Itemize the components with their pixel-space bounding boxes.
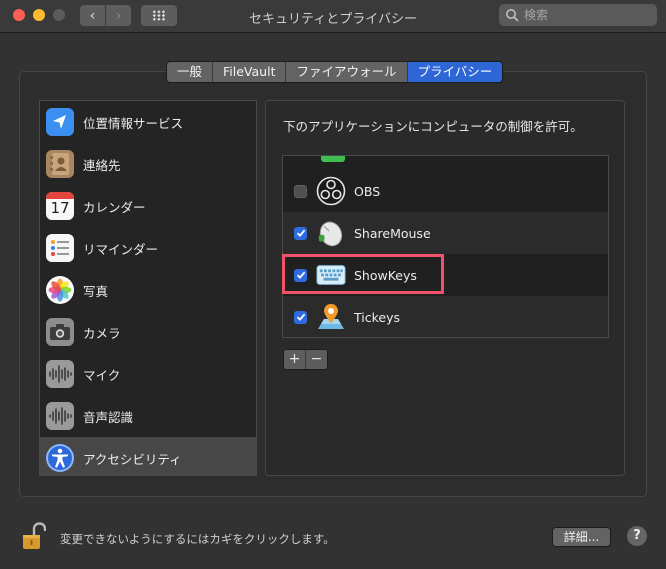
lock-message: 変更できないようにするにはカギをクリックします。 <box>60 532 335 546</box>
sidebar-item-speech-recognition[interactable]: 音声認識 <box>40 395 256 437</box>
grid-icon <box>152 10 166 21</box>
checkmark-icon <box>296 229 305 237</box>
sidebar-item-calendar[interactable]: 17 カレンダー <box>40 185 256 227</box>
unlocked-padlock-icon[interactable] <box>22 522 46 550</box>
sidebar-item-contacts[interactable]: 連絡先 <box>40 143 256 185</box>
sidebar-item-label: マイク <box>83 367 121 383</box>
app-name: OBS <box>354 183 381 199</box>
window-title: セキュリティとプライバシー <box>249 12 417 27</box>
sidebar-item-reminders[interactable]: リマインダー <box>40 227 256 269</box>
list-item[interactable]: ShowKeys <box>283 254 608 296</box>
search-field[interactable] <box>499 4 657 26</box>
sidebar-item-label: 音声認識 <box>83 409 134 425</box>
tab-firewall[interactable]: ファイアウォール <box>286 62 408 82</box>
sidebar-item-location-services[interactable]: 位置情報サービス <box>40 101 256 143</box>
sidebar-item-microphone[interactable]: マイク <box>40 353 256 395</box>
tab-general[interactable]: 一般 <box>167 62 214 82</box>
location-arrow-icon <box>46 108 74 136</box>
remove-app-button[interactable]: − <box>305 350 327 369</box>
sidebar-item-label: 写真 <box>83 283 109 299</box>
sidebar-item-label: カメラ <box>83 325 121 341</box>
chevron-right-icon: › <box>115 7 122 24</box>
forward-button[interactable]: › <box>106 5 131 26</box>
privacy-category-list: 位置情報サービス 連絡先 17 カレンダー リマインダー 写真 カメラ マイク … <box>39 100 257 476</box>
advanced-details-button[interactable]: 詳細... <box>552 527 611 547</box>
sharemouse-icon <box>316 218 346 248</box>
app-name: ShareMouse <box>354 225 431 241</box>
accessibility-icon <box>46 444 74 472</box>
sidebar-item-label: カレンダー <box>83 199 146 215</box>
add-remove-buttons: + − <box>283 349 328 370</box>
zoom-button[interactable] <box>53 9 65 21</box>
microphone-waveform-icon <box>46 360 74 388</box>
sidebar-item-photos[interactable]: 写真 <box>40 269 256 311</box>
chevron-left-icon: ‹ <box>89 7 96 24</box>
search-input[interactable] <box>524 8 644 22</box>
partial-app-icon <box>321 156 345 162</box>
minimize-button[interactable] <box>33 9 45 21</box>
tab-filevault[interactable]: FileVault <box>213 62 287 82</box>
sidebar-item-label: 連絡先 <box>83 157 121 173</box>
sidebar-item-accessibility[interactable]: アクセシビリティ <box>40 437 256 475</box>
obs-icon <box>316 176 346 206</box>
camera-icon <box>46 318 74 346</box>
tab-privacy[interactable]: プライバシー <box>407 62 503 82</box>
checkmark-icon <box>296 313 305 321</box>
list-item[interactable]: ShareMouse <box>283 212 608 254</box>
app-name: ShowKeys <box>354 267 417 283</box>
panel-description: 下のアプリケーションにコンピュータの制御を許可。 <box>283 119 583 134</box>
sidebar-item-label: 位置情報サービス <box>83 115 184 131</box>
checkmark-icon <box>296 271 305 279</box>
app-checkbox[interactable] <box>294 226 307 240</box>
help-button[interactable]: ? <box>627 526 647 546</box>
reminders-icon <box>46 234 74 262</box>
list-item[interactable]: Tickeys <box>283 296 608 337</box>
sidebar-item-label: アクセシビリティ <box>83 451 182 467</box>
sidebar-item-label: リマインダー <box>83 241 159 257</box>
back-button[interactable]: ‹ <box>80 5 105 26</box>
show-all-button[interactable] <box>141 5 177 26</box>
contacts-book-icon <box>46 150 74 178</box>
speech-waveform-icon <box>46 402 74 430</box>
app-name: Tickeys <box>354 309 400 325</box>
app-checkbox[interactable] <box>294 310 307 324</box>
search-icon <box>506 9 519 22</box>
app-checkbox[interactable] <box>294 268 307 282</box>
tickeys-map-icon <box>316 302 346 332</box>
app-list[interactable]: OBS ShareMouse ShowKeys Tickeys <box>282 155 609 338</box>
keyboard-icon <box>316 260 346 290</box>
close-button[interactable] <box>13 9 25 21</box>
sidebar-item-camera[interactable]: カメラ <box>40 311 256 353</box>
app-checkbox[interactable] <box>294 184 307 198</box>
calendar-day-number: 17 <box>50 199 70 217</box>
calendar-icon: 17 <box>46 192 74 220</box>
title-bar: ‹ › セキュリティとプライバシー <box>0 0 666 33</box>
photos-flower-icon <box>46 276 74 304</box>
list-item[interactable]: OBS <box>283 170 608 212</box>
add-app-button[interactable]: + <box>284 350 305 369</box>
tab-bar: 一般 FileVault ファイアウォール プライバシー <box>166 61 504 83</box>
